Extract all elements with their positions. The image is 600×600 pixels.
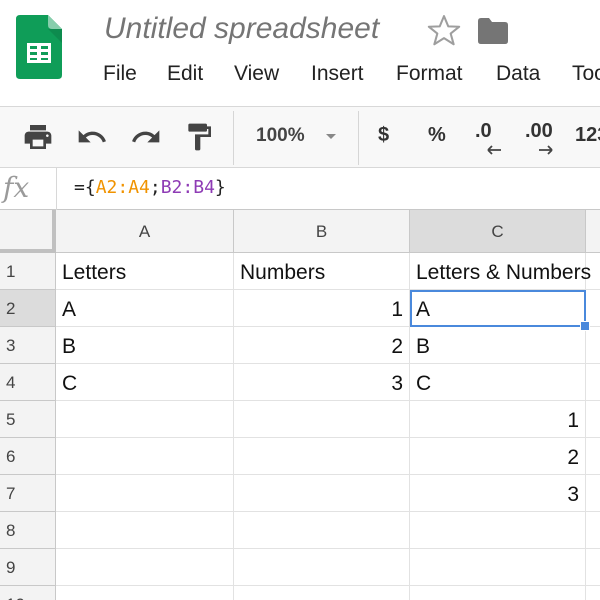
formula-bar: fx ={A2:A4;B2:B4}: [0, 168, 600, 210]
column-header-c[interactable]: C: [410, 210, 586, 253]
arrow-left-icon: [487, 145, 501, 155]
cell-b7[interactable]: [234, 475, 410, 512]
range-reference-a: A2:A4: [95, 177, 150, 198]
formula-input[interactable]: ={A2:A4;B2:B4}: [74, 177, 226, 198]
cell-a2[interactable]: A: [56, 290, 234, 327]
cell-d7[interactable]: [586, 475, 600, 512]
percent-format-button[interactable]: %: [428, 124, 446, 147]
cell-a8[interactable]: [56, 512, 234, 549]
chevron-down-icon: [326, 134, 336, 139]
cell-c6[interactable]: 2: [410, 438, 586, 475]
row-header-5[interactable]: 5: [0, 401, 56, 438]
cell-a6[interactable]: [56, 438, 234, 475]
star-icon[interactable]: [425, 12, 463, 50]
paint-format-icon[interactable]: [183, 121, 215, 153]
cell-c2[interactable]: A: [410, 290, 586, 327]
toolbar-separator: [233, 111, 234, 165]
cell-b8[interactable]: [234, 512, 410, 549]
cell-b1[interactable]: Numbers: [234, 253, 410, 290]
cell-b3[interactable]: 2: [234, 327, 410, 364]
cell-a9[interactable]: [56, 549, 234, 586]
row-header-8[interactable]: 8: [0, 512, 56, 549]
menu-format[interactable]: Format: [396, 62, 463, 86]
cell-a5[interactable]: [56, 401, 234, 438]
redo-icon[interactable]: [130, 121, 162, 153]
cell-b6[interactable]: [234, 438, 410, 475]
range-reference-b: B2:B4: [160, 177, 215, 198]
cell-b9[interactable]: [234, 549, 410, 586]
cell-b5[interactable]: [234, 401, 410, 438]
column-header-b[interactable]: B: [234, 210, 410, 253]
decrease-decimals-button[interactable]: .0: [475, 120, 492, 143]
row-header-3[interactable]: 3: [0, 327, 56, 364]
cell-a4[interactable]: C: [56, 364, 234, 401]
cell-d9[interactable]: [586, 549, 600, 586]
fill-handle[interactable]: [580, 321, 590, 331]
cell-a3[interactable]: B: [56, 327, 234, 364]
more-formats-button[interactable]: 123: [575, 124, 600, 147]
row-header-4[interactable]: 4: [0, 364, 56, 401]
cell-c8[interactable]: [410, 512, 586, 549]
document-title[interactable]: Untitled spreadsheet: [104, 12, 379, 46]
row-header-1[interactable]: 1: [0, 253, 56, 290]
arrow-right-icon: [539, 145, 553, 155]
select-all-corner[interactable]: [0, 210, 56, 253]
cell-c1[interactable]: Letters & Numbers: [410, 253, 591, 290]
cell-d6[interactable]: [586, 438, 600, 475]
row-header-10[interactable]: 10: [0, 586, 56, 600]
divider: [56, 168, 57, 210]
menu-file[interactable]: File: [103, 62, 137, 86]
cell-b4[interactable]: 3: [234, 364, 410, 401]
row-header-6[interactable]: 6: [0, 438, 56, 475]
currency-format-button[interactable]: $: [378, 124, 389, 147]
app-header: Untitled spreadsheet File Edit View Inse…: [0, 0, 600, 106]
cell-d8[interactable]: [586, 512, 600, 549]
cell-c5[interactable]: 1: [410, 401, 586, 438]
menu-view[interactable]: View: [234, 62, 279, 86]
cell-c4[interactable]: C: [410, 364, 586, 401]
spreadsheet-grid: A B C 1 Letters Numbers Letters & Numbers 2 A…: [0, 210, 600, 600]
menu-tools[interactable]: Too: [572, 62, 600, 86]
column-header-a[interactable]: A: [56, 210, 234, 253]
increase-decimals-button[interactable]: .00: [525, 120, 553, 143]
cell-c9[interactable]: [410, 549, 586, 586]
toolbar-separator: [358, 111, 359, 165]
column-header-d[interactable]: [586, 210, 600, 253]
zoom-select[interactable]: 100%: [247, 117, 351, 157]
cell-a1[interactable]: Letters: [56, 253, 234, 290]
menu-bar: File Edit View Insert Format Data Too: [0, 62, 600, 88]
cell-b2[interactable]: 1: [234, 290, 410, 327]
fx-icon: fx: [1, 171, 29, 204]
toolbar: 100% $ % .0 .00 123: [0, 106, 600, 168]
print-icon[interactable]: [22, 121, 54, 153]
menu-data[interactable]: Data: [496, 62, 540, 86]
svg-text:fx: fx: [1, 171, 29, 204]
cell-d1[interactable]: [586, 253, 600, 290]
cell-d3[interactable]: [586, 327, 600, 364]
cell-a10[interactable]: [56, 586, 234, 600]
menu-insert[interactable]: Insert: [311, 62, 364, 86]
cell-c7[interactable]: 3: [410, 475, 586, 512]
row-header-2[interactable]: 2: [0, 290, 56, 327]
folder-icon[interactable]: [478, 18, 508, 44]
cell-d5[interactable]: [586, 401, 600, 438]
cell-a7[interactable]: [56, 475, 234, 512]
cell-b10[interactable]: [234, 586, 410, 600]
cell-d10[interactable]: [586, 586, 600, 600]
undo-icon[interactable]: [76, 121, 108, 153]
cell-d4[interactable]: [586, 364, 600, 401]
cell-c3[interactable]: B: [410, 327, 586, 364]
zoom-value: 100%: [256, 125, 305, 146]
menu-edit[interactable]: Edit: [167, 62, 203, 86]
row-header-9[interactable]: 9: [0, 549, 56, 586]
cell-c10[interactable]: [410, 586, 586, 600]
row-header-7[interactable]: 7: [0, 475, 56, 512]
